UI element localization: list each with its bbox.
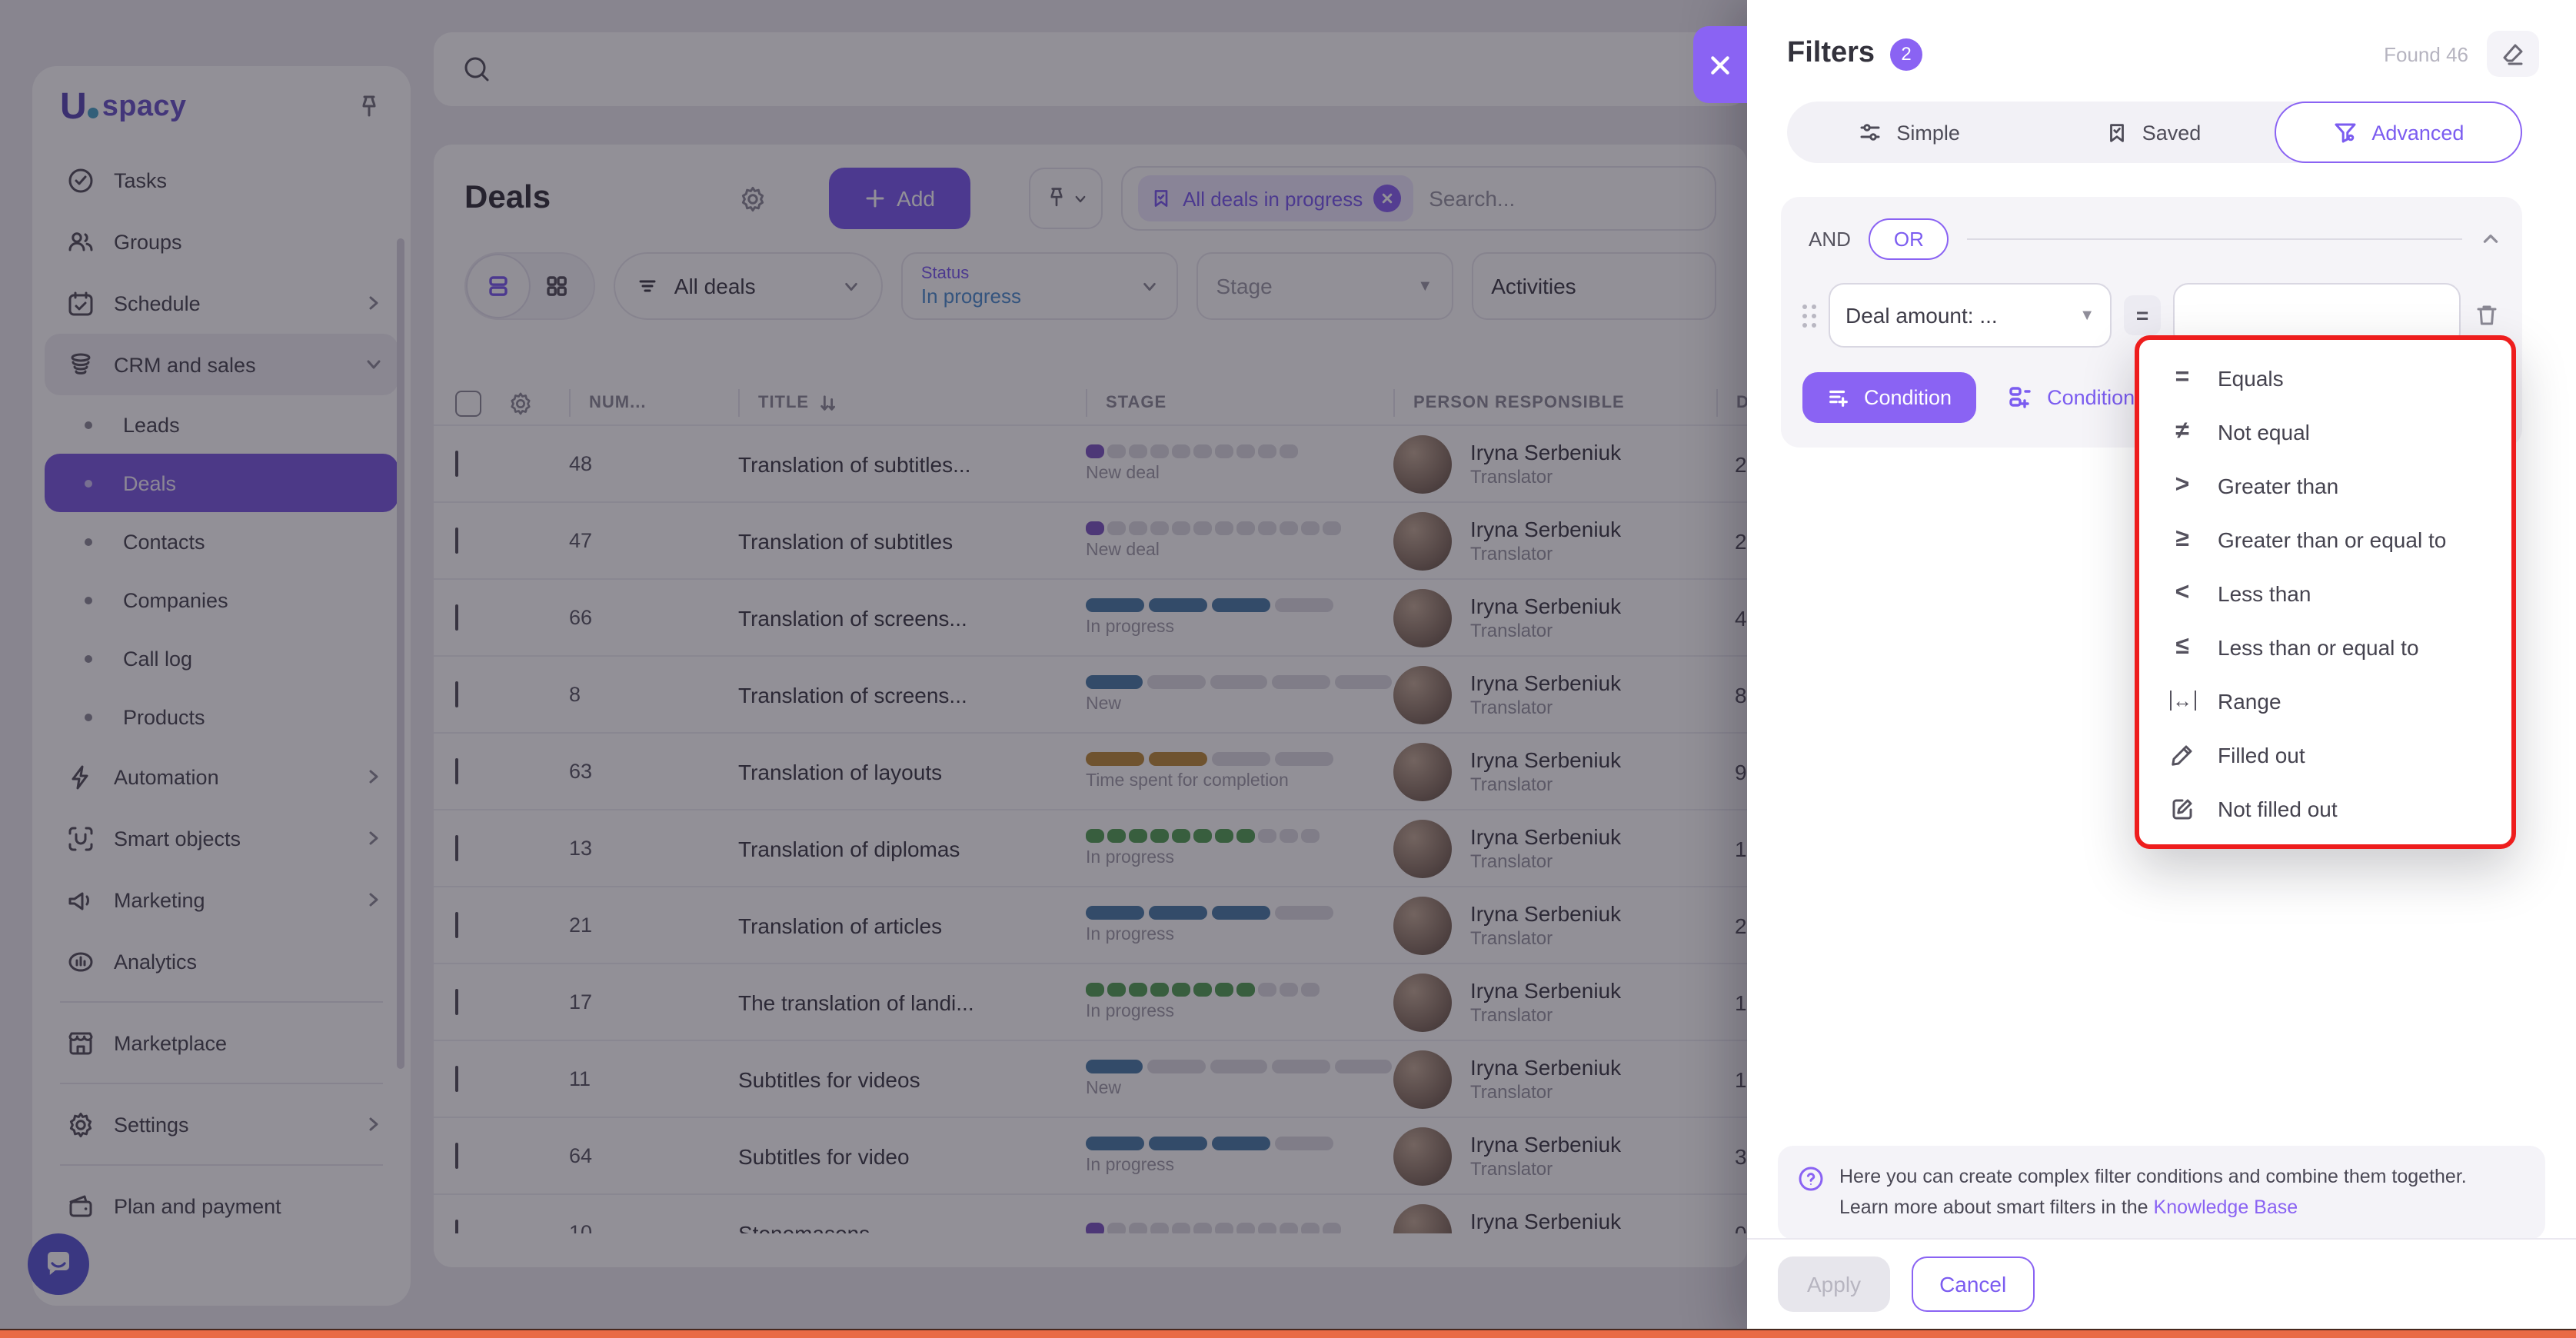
menu-item-not-equal[interactable]: ≠ Not equal (2139, 404, 2511, 458)
operator-menu: = Equals ≠ Not equal > Greater than ≥ Greate… (2135, 335, 2516, 849)
menu-item-greater-than[interactable]: > Greater than (2139, 458, 2511, 512)
question-circle-icon (1798, 1167, 1824, 1223)
menu-item-label: Less than or equal to (2218, 634, 2419, 659)
pencil-icon (2165, 742, 2199, 767)
equals-icon: = (2165, 364, 2199, 391)
less-than-icon: < (2165, 579, 2199, 607)
dropdown-triangle-icon: ▼ (2079, 307, 2095, 324)
filters-count-badge: 2 (1890, 38, 1922, 70)
filters-title: Filters (1787, 37, 1875, 71)
trash-icon[interactable] (2473, 301, 2501, 329)
hint-line1: Here you can create complex filter condi… (1839, 1167, 2467, 1188)
filters-panel: Filters 2 Found 46 Simple Saved Advanced (1747, 0, 2576, 1338)
logic-and-button[interactable]: AND (1802, 227, 1851, 250)
menu-item-label: Not filled out (2218, 796, 2338, 820)
menu-item-less-than[interactable]: < Less than (2139, 566, 2511, 620)
bookmark-check-icon (2105, 121, 2128, 144)
menu-item-label: Not equal (2218, 419, 2310, 444)
menu-item-label: Equals (2218, 365, 2284, 390)
tab-simple[interactable]: Simple (1787, 102, 2031, 163)
menu-item-label: Greater than or equal to (2218, 527, 2446, 551)
menu-item-label: Filled out (2218, 742, 2305, 767)
clear-filters-button[interactable] (2487, 31, 2539, 77)
tab-advanced[interactable]: Advanced (2275, 102, 2522, 163)
condition-field-value: Deal amount: ... (1845, 303, 1998, 328)
pencil-square-icon (2165, 796, 2199, 820)
less-or-equal-icon: ≤ (2165, 633, 2199, 661)
operator-button[interactable]: = (2124, 295, 2161, 335)
knowledge-base-link[interactable]: Knowledge Base (2154, 1196, 2298, 1217)
menu-item-range[interactable]: ↔ Range (2139, 674, 2511, 727)
menu-item-less-or-equal[interactable]: ≤ Less than or equal to (2139, 620, 2511, 674)
sliders-icon (1858, 120, 1882, 145)
divider (1967, 238, 2462, 239)
filters-hint: Here you can create complex filter condi… (1778, 1147, 2545, 1240)
greater-or-equal-icon: ≥ (2165, 525, 2199, 553)
tab-label: Saved (2142, 121, 2202, 144)
close-filters-button[interactable] (1693, 26, 1747, 103)
range-icon: ↔ (2165, 687, 2199, 714)
hint-line2: Learn more about smart filters in the (1839, 1196, 2154, 1217)
screen: U spacy Tasks Groups Schedule (0, 0, 2576, 1338)
menu-item-filled-out[interactable]: Filled out (2139, 727, 2511, 781)
filters-tabs: Simple Saved Advanced (1787, 102, 2522, 163)
menu-item-label: Less than (2218, 581, 2311, 605)
menu-item-label: Range (2218, 688, 2281, 713)
bottom-accent-strip (0, 1329, 2576, 1338)
not-equal-icon: ≠ (2165, 418, 2199, 445)
cancel-button[interactable]: Cancel (1912, 1256, 2034, 1312)
group-add-icon (2007, 384, 2033, 411)
close-icon (1709, 53, 1732, 76)
eraser-icon (2501, 42, 2525, 66)
menu-item-equals[interactable]: = Equals (2139, 351, 2511, 404)
apply-button[interactable]: Apply (1778, 1256, 1890, 1312)
greater-than-icon: > (2165, 471, 2199, 499)
condition-add-icon (1827, 386, 1850, 409)
tab-label: Advanced (2371, 121, 2464, 144)
drag-handle-icon[interactable] (1802, 304, 1816, 327)
tab-label: Simple (1896, 121, 1960, 144)
funnel-gear-icon (2333, 120, 2358, 145)
chevron-up-icon[interactable] (2481, 228, 2501, 248)
menu-item-label: Greater than (2218, 473, 2338, 498)
found-count: Found 46 (2384, 42, 2468, 65)
condition-field-select[interactable]: Deal amount: ... ▼ (1829, 283, 2112, 348)
menu-item-not-filled-out[interactable]: Not filled out (2139, 781, 2511, 835)
tab-saved[interactable]: Saved (2031, 102, 2275, 163)
menu-item-greater-or-equal[interactable]: ≥ Greater than or equal to (2139, 512, 2511, 566)
add-condition-button[interactable]: Condition (1802, 372, 1976, 423)
add-condition-label: Condition (1864, 386, 1952, 409)
logic-or-button[interactable]: OR (1869, 218, 1949, 259)
